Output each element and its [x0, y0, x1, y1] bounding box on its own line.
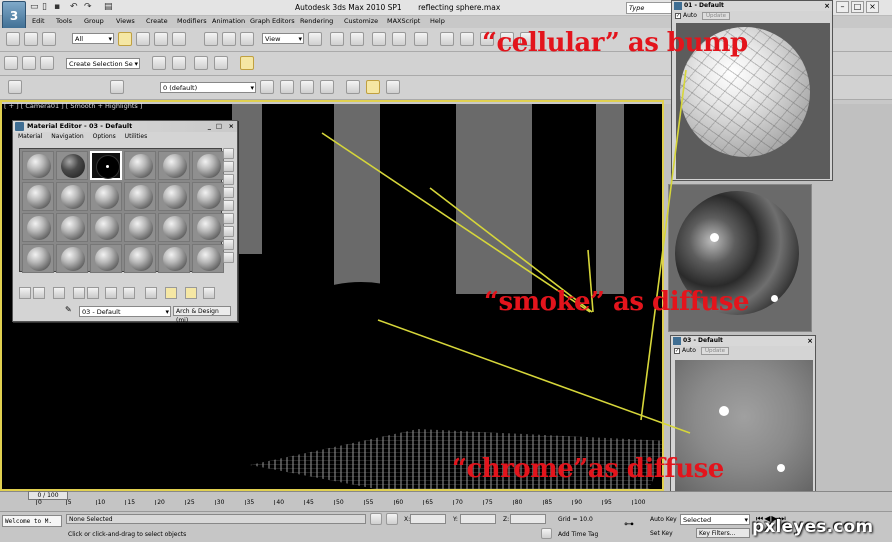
timeline-tick — [65, 500, 67, 505]
timeline-tick-label: 60 — [395, 499, 404, 506]
annotation-cellular-bump: “cellular” as bump — [482, 28, 748, 58]
timeline-tick-label: 40 — [276, 499, 285, 506]
y-label: Y: — [453, 516, 458, 523]
grid-size: Grid = 10.0 — [558, 516, 593, 523]
z-coordinate-field[interactable] — [510, 514, 546, 524]
timeline-tick — [542, 500, 544, 505]
timeline-tick — [393, 500, 395, 505]
timeline-tick-label: 20 — [157, 499, 165, 506]
timeline-tick-label: 10 — [97, 499, 106, 506]
app-window: ▭ ▯ ▪ ↶ ↷ ▤ Autodesk 3ds Max 2010 SP1 re… — [0, 0, 892, 542]
selection-status: None Selected — [66, 514, 366, 524]
annotation-chrome-diffuse: “chrome”as diffuse — [452, 454, 724, 484]
selection-lock-icon[interactable] — [370, 513, 382, 525]
auto-key-button[interactable]: Auto Key — [650, 516, 677, 523]
y-coordinate-field[interactable] — [460, 514, 496, 524]
timeline-tick-label: 30 — [216, 499, 225, 506]
x-coordinate-field[interactable] — [410, 514, 446, 524]
leader-line-1 — [321, 132, 591, 313]
timeline-tick-label: 80 — [514, 499, 523, 506]
timeline-tick — [423, 500, 425, 505]
timeline-tick-label: 70 — [455, 499, 463, 506]
add-time-tag-button[interactable]: Add Time Tag — [558, 531, 598, 538]
timeline-tick — [125, 500, 127, 505]
timeline-tick — [304, 500, 306, 505]
timeline-tick-label: 0 — [38, 499, 42, 506]
timeline-tick-label: 95 — [604, 499, 612, 506]
leader-line-4 — [377, 319, 691, 434]
key-filters-button[interactable]: Key Filters... — [696, 528, 750, 538]
timeline-tick-label: 50 — [336, 499, 344, 506]
timeline-tick — [602, 500, 604, 505]
maxscript-listener[interactable]: Welcome to M. — [2, 515, 62, 527]
timeline-tick — [274, 500, 276, 505]
leader-line-5 — [640, 69, 687, 421]
timeline-tick-label: 75 — [485, 499, 493, 506]
set-key-button[interactable]: Set Key — [650, 530, 673, 537]
timeline-tick — [155, 500, 157, 505]
timeline-tick — [95, 500, 97, 505]
timeline-tick — [363, 500, 365, 505]
timeline-tick — [334, 500, 335, 505]
timeline-tick — [244, 500, 246, 505]
timeline-tick-label: 55 — [365, 499, 374, 506]
time-slider[interactable]: 0 / 100 — [28, 491, 68, 500]
transform-mode-icon[interactable] — [386, 513, 398, 525]
timeline-tick-label: 45 — [306, 499, 314, 506]
timeline-tick-label: 85 — [544, 499, 553, 506]
timeline-tick — [512, 500, 514, 505]
timeline-tick — [572, 500, 574, 505]
timeline-tick — [453, 500, 455, 505]
key-icon[interactable]: ⊶ — [624, 519, 634, 530]
timeline-tick-label: 65 — [425, 499, 434, 506]
timeline-tick — [36, 500, 37, 505]
time-tag-icon[interactable] — [541, 528, 552, 539]
timeline-tick — [214, 500, 216, 505]
annotation-leader-lines — [321, 69, 691, 434]
timeline-tick-label: 35 — [246, 499, 255, 506]
watermark: pxleyes.com — [752, 517, 874, 537]
prompt-line: Click or click-and-drag to select object… — [68, 531, 187, 538]
timeline-tick-label: 5 — [67, 499, 72, 506]
timeline-tick-label: 25 — [187, 499, 195, 506]
z-label: Z: — [503, 516, 510, 523]
timeline-tick-label: 15 — [127, 499, 136, 506]
timeline-tick — [483, 500, 484, 505]
key-mode-dropdown[interactable]: Selected — [680, 514, 750, 525]
annotation-smoke-diffuse: “smoke” as diffuse — [484, 287, 750, 317]
timeline-tick — [185, 500, 186, 505]
timeline-tick-label: 90 — [574, 499, 583, 506]
timeline-tick-label: 100 — [634, 499, 646, 506]
timeline-tick — [632, 500, 633, 505]
